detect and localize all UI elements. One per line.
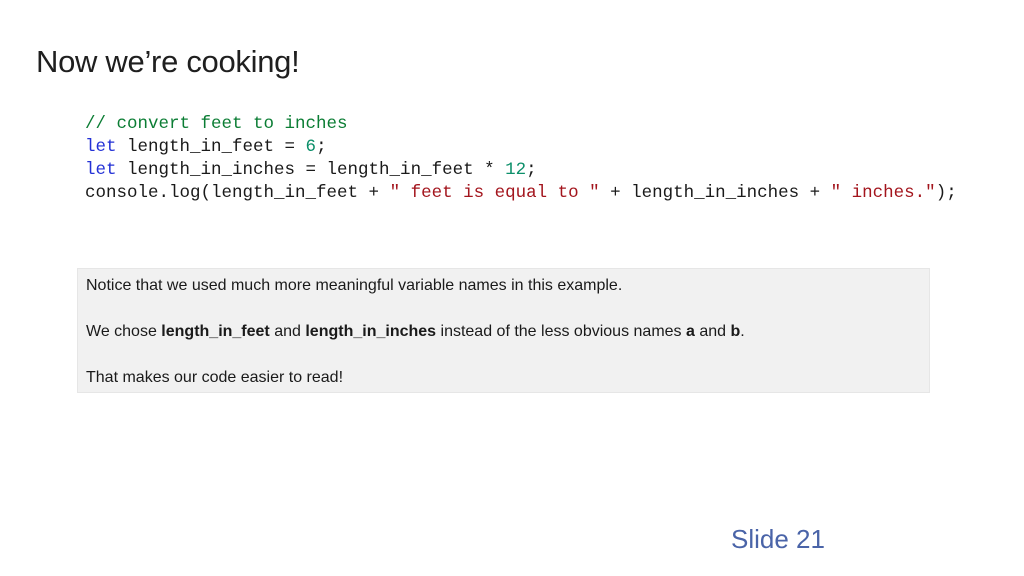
code-line-3: let length_in_inches = length_in_feet * … bbox=[85, 159, 957, 182]
code-string: " inches." bbox=[830, 183, 936, 203]
note-paragraph-1: Notice that we used much more meaningful… bbox=[86, 277, 623, 294]
note-bold-term: length_in_inches bbox=[305, 323, 437, 340]
code-block: // convert feet to inches let length_in_f… bbox=[85, 113, 957, 205]
code-string: " feet is equal to " bbox=[389, 183, 600, 203]
note-box: Notice that we used much more meaningful… bbox=[77, 268, 930, 393]
code-text: console.log(length_in_feet + bbox=[85, 183, 390, 203]
code-comment: // convert feet to inches bbox=[85, 114, 348, 134]
slide-title: Now we’re cooking! bbox=[36, 44, 300, 79]
note-bold-term: b bbox=[730, 323, 741, 340]
note-paragraph-3: That makes our code easier to read! bbox=[86, 369, 344, 386]
code-line-1: // convert feet to inches bbox=[85, 113, 957, 136]
code-text: ); bbox=[935, 183, 957, 203]
code-keyword: let bbox=[85, 160, 117, 180]
note-text: We chose bbox=[86, 323, 162, 340]
code-keyword: let bbox=[85, 137, 117, 157]
note-bold-term: length_in_feet bbox=[161, 323, 270, 340]
code-text: + length_in_inches + bbox=[599, 183, 831, 203]
code-line-2: let length_in_feet = 6; bbox=[85, 136, 957, 159]
note-text: and bbox=[269, 323, 306, 340]
note-bold-term: a bbox=[685, 323, 695, 340]
note-text: instead of the less obvious names bbox=[436, 323, 686, 340]
code-line-4: console.log(length_in_feet + " feet is e… bbox=[85, 182, 957, 205]
code-number: 12 bbox=[505, 160, 527, 180]
slide-number: Slide 21 bbox=[731, 524, 825, 554]
note-paragraph-2: We chose length_in_feet and length_in_in… bbox=[86, 322, 921, 342]
code-text: length_in_feet = bbox=[116, 137, 306, 157]
code-number: 6 bbox=[305, 137, 317, 157]
code-text: ; bbox=[526, 160, 537, 180]
code-text: ; bbox=[316, 137, 327, 157]
code-text: length_in_inches = length_in_feet * bbox=[116, 160, 506, 180]
note-text: . bbox=[740, 323, 745, 340]
note-text: and bbox=[694, 323, 731, 340]
